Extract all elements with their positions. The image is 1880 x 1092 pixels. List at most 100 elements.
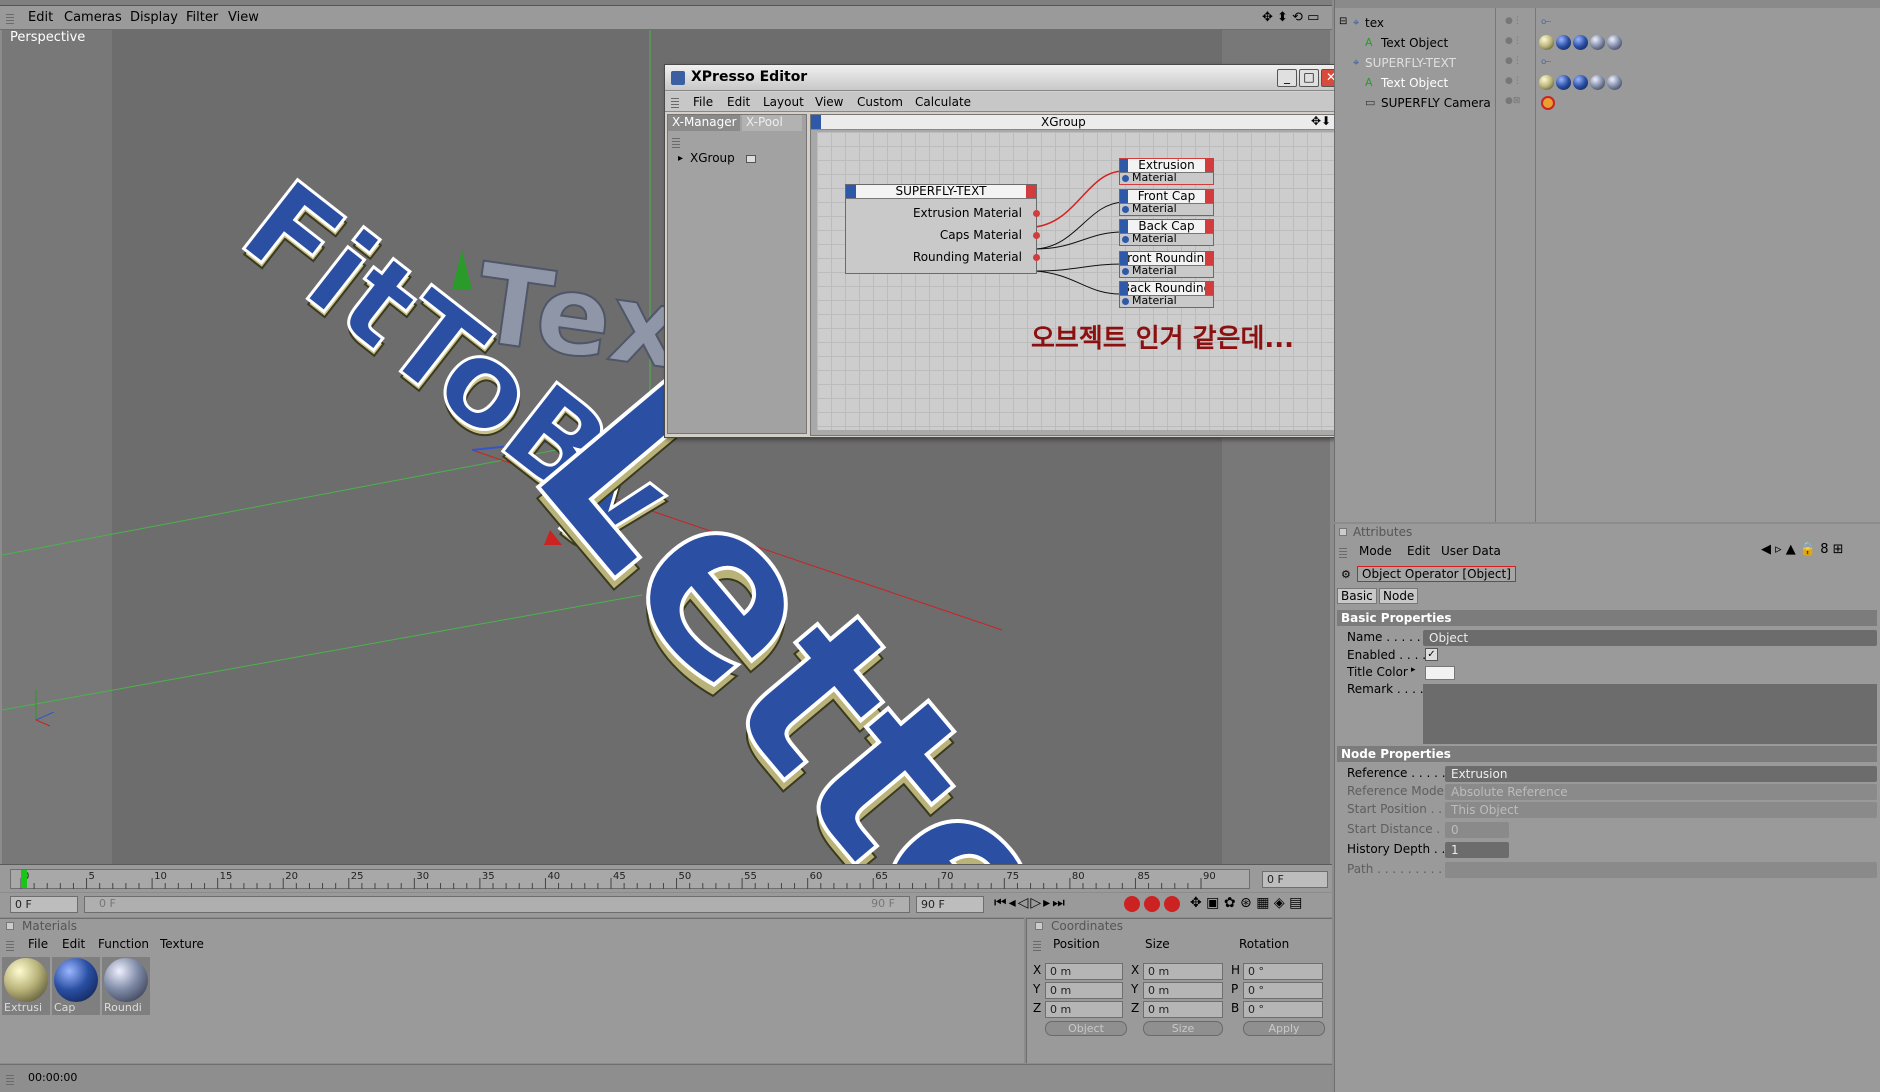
panel-close-icon[interactable] (6, 922, 14, 930)
position-y-field[interactable]: 0 m (1045, 982, 1123, 999)
xpresso-tag-icon[interactable]: ⟜ (1541, 54, 1551, 69)
protection-tag-icon[interactable] (1541, 96, 1555, 110)
output-port-icon[interactable] (1033, 210, 1040, 217)
grip-icon[interactable] (6, 12, 14, 24)
object-row-text-object[interactable]: A Text Object ●⋮ (1335, 34, 1880, 54)
visibility-dots-icon[interactable]: ●⋮ (1505, 56, 1522, 66)
tab-x-manager[interactable]: X-Manager (668, 115, 740, 131)
xpresso-menu-layout[interactable]: Layout (763, 95, 804, 109)
node-front-rounding[interactable]: Front Rounding Material (1119, 251, 1214, 278)
materials-menu-texture[interactable]: Texture (160, 937, 204, 951)
xpresso-menu-custom[interactable]: Custom (857, 95, 903, 109)
record-icon[interactable] (1124, 896, 1140, 912)
attr-nav-icons[interactable]: ◀ ▹ ▲ 🔒 8 ⊞ (1761, 542, 1844, 557)
xpresso-menu-calculate[interactable]: Calculate (915, 95, 971, 109)
visibility-dots-icon[interactable]: ●⋮ (1505, 16, 1522, 26)
size-y-field[interactable]: 0 m (1143, 982, 1223, 999)
viewport-menu-view[interactable]: View (228, 10, 259, 25)
attr-menu-user-data[interactable]: User Data (1441, 544, 1501, 558)
reference-field[interactable]: Extrusion (1445, 766, 1877, 782)
history-depth-field[interactable]: 1 (1445, 842, 1509, 858)
xpresso-titlebar[interactable]: XPresso Editor _ □ ✕ (665, 65, 1347, 91)
object-row-superfly-text[interactable]: ⌖ SUPERFLY-TEXT ●⋮ ⟜ (1335, 54, 1880, 74)
visibility-dots-icon[interactable]: ●⊠ (1505, 96, 1520, 106)
size-x-field[interactable]: 0 m (1143, 963, 1223, 980)
autokey-icon[interactable] (1144, 896, 1160, 912)
ref-mode-dropdown[interactable]: Absolute Reference (1445, 784, 1877, 800)
material-swatch-extrusion[interactable]: Extrusi (2, 957, 50, 1015)
minimize-icon[interactable]: _ (1277, 69, 1297, 87)
grip-icon[interactable] (672, 136, 680, 148)
viewport-menu-cameras[interactable]: Cameras (64, 10, 122, 25)
maximize-icon[interactable]: □ (1299, 69, 1319, 87)
visibility-dots-icon[interactable]: ●⋮ (1505, 36, 1522, 46)
viewport-menu-filter[interactable]: Filter (186, 10, 218, 25)
start-position-dropdown[interactable]: This Object (1445, 802, 1877, 818)
attr-menu-mode[interactable]: Mode (1359, 544, 1392, 558)
grip-icon[interactable] (671, 96, 679, 108)
grip-icon[interactable] (6, 939, 14, 951)
input-port-icon[interactable] (1122, 206, 1129, 213)
visibility-dots-icon[interactable]: ●⋮ (1505, 76, 1522, 86)
input-port-icon[interactable] (1122, 236, 1129, 243)
object-name[interactable]: SUPERFLY-TEXT (1365, 56, 1456, 70)
enabled-checkbox[interactable]: ✓ (1425, 648, 1438, 661)
playhead[interactable] (21, 870, 27, 888)
timeline-ruler[interactable]: 051015202530354045505560657075808590 (10, 869, 1250, 889)
object-name[interactable]: SUPERFLY Camera (1381, 96, 1491, 110)
output-port-icon[interactable] (1033, 232, 1040, 239)
key-options-icon[interactable]: ✥ ▣ ✿ ⊛ ▦ ◈ ▤ (1190, 895, 1302, 911)
materials-menu-file[interactable]: File (28, 937, 48, 951)
timeline[interactable]: 051015202530354045505560657075808590 0 F (0, 864, 1332, 892)
rotation-p-field[interactable]: 0 ° (1243, 982, 1323, 999)
rotation-b-field[interactable]: 0 ° (1243, 1001, 1323, 1018)
end-frame-field[interactable]: 90 F (916, 896, 984, 913)
move-icon[interactable]: ✥⬇ (1311, 114, 1331, 128)
grip-icon[interactable] (1339, 546, 1347, 558)
position-z-field[interactable]: 0 m (1045, 1001, 1123, 1018)
keyframe-icon[interactable] (1164, 896, 1180, 912)
node-canvas[interactable]: SUPERFLY-TEXT Extrusion Material Caps Ma… (817, 132, 1339, 430)
xpresso-menu-edit[interactable]: Edit (727, 95, 750, 109)
materials-menu-function[interactable]: Function (98, 937, 149, 951)
attr-menu-edit[interactable]: Edit (1407, 544, 1430, 558)
object-row-text-object-2[interactable]: A Text Object ●⋮ (1335, 74, 1880, 94)
remark-textarea[interactable] (1423, 684, 1877, 744)
node-superfly-text[interactable]: SUPERFLY-TEXT Extrusion Material Caps Ma… (845, 184, 1040, 274)
name-field[interactable]: Object (1423, 630, 1877, 646)
title-color-swatch[interactable] (1425, 666, 1455, 680)
material-swatch-rounding[interactable]: Roundi (102, 957, 150, 1015)
collapse-icon[interactable]: ⊟ (1339, 16, 1347, 27)
tab-node[interactable]: Node (1379, 588, 1419, 604)
path-field[interactable] (1445, 862, 1877, 878)
node-back-rounding[interactable]: Back Rounding Material (1119, 281, 1214, 308)
material-tags-icon[interactable] (1539, 75, 1624, 90)
range-slider[interactable]: 0 F 90 F (84, 896, 910, 913)
xpresso-menu-view[interactable]: View (815, 95, 843, 109)
object-name[interactable]: tex (1365, 16, 1384, 30)
playback-controls-icon[interactable]: ⏮◂◁▷▸⏭ (994, 895, 1067, 911)
expand-arrow-icon[interactable]: ▸ (678, 153, 683, 164)
grip-icon[interactable] (1033, 939, 1041, 951)
xpresso-tag-icon[interactable]: ⟜ (1541, 14, 1551, 29)
apply-button[interactable]: Apply (1243, 1021, 1325, 1036)
input-port-icon[interactable] (1122, 298, 1129, 305)
position-x-field[interactable]: 0 m (1045, 963, 1123, 980)
start-distance-field[interactable]: 0 (1445, 822, 1509, 838)
node-front-cap[interactable]: Front Cap Material (1119, 189, 1214, 216)
rotation-h-field[interactable]: 0 ° (1243, 963, 1323, 980)
port-rounding-material[interactable]: Rounding Material (913, 250, 1022, 264)
xpresso-editor-window[interactable]: XPresso Editor _ □ ✕ File Edit Layout Vi… (664, 64, 1348, 438)
object-row-tex[interactable]: ⊟ ⌖ tex ●⋮ ⟜ (1335, 14, 1880, 34)
object-row-superfly-camera[interactable]: ▭ SUPERFLY Camera ●⊠ (1335, 94, 1880, 114)
tab-x-pool[interactable]: X-Pool (742, 115, 802, 131)
size-z-field[interactable]: 0 m (1143, 1001, 1223, 1018)
output-port-icon[interactable] (1033, 254, 1040, 261)
viewport-menu-edit[interactable]: Edit (28, 10, 53, 25)
coord-mode-dropdown[interactable]: Object (1045, 1021, 1127, 1036)
viewport-nav-icons[interactable]: ✥ ⬍ ⟲ ▭ (1262, 10, 1319, 25)
tab-basic[interactable]: Basic (1337, 588, 1377, 604)
input-port-icon[interactable] (1122, 175, 1129, 182)
material-tags-icon[interactable] (1539, 35, 1624, 50)
node-extrusion[interactable]: Extrusion Material (1119, 158, 1214, 185)
